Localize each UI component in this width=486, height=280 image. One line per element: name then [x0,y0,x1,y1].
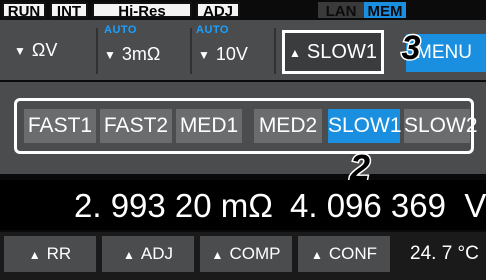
speed-option-fast1[interactable]: FAST1 [24,109,96,143]
rr-label: RR [46,244,72,263]
resistance-range-label: 3mΩ [121,44,161,64]
resistance-value: 2. 993 20 mΩ [74,187,273,224]
adj-label: ADJ [140,244,173,263]
status-hi-res: Hi-Res [92,2,192,20]
sampling-speed-label: SLOW1 [306,41,377,63]
speed-option-slow1[interactable]: SLOW1 [328,109,402,143]
triangle-up-icon: ▲ [289,45,301,60]
callout-3-icon: 3 [400,30,422,64]
divider [96,28,98,74]
measurement-mode-label: ΩV [31,40,58,60]
speed-option-slow2[interactable]: SLOW2 [404,109,478,143]
temperature-readout: 24. 7 °C [410,243,479,264]
callout-3-label: 3 [402,30,421,64]
triangle-up-icon: ▲ [211,247,224,262]
triangle-down-icon: ▼ [198,48,210,63]
status-lan: LAN [318,2,364,20]
status-mem: MEM [364,2,406,20]
comp-label: COMP [229,244,281,263]
voltage-value: 4. 096 369 V [290,187,486,224]
auto-badge-voltage: AUTO [196,24,229,36]
status-int: INT [50,2,88,20]
measurement-mode-button[interactable]: ▼ ΩV [14,40,57,61]
comp-button[interactable]: ▲ COMP [200,236,292,272]
triangle-up-icon: ▲ [310,247,323,262]
voltage-range-label: 10V [215,44,248,64]
conf-label: CONF [328,244,378,263]
voltage-range-button[interactable]: ▼ 10V [198,44,248,65]
status-adj: ADJ [196,2,240,20]
triangle-up-icon: ▲ [122,247,135,262]
adj-button[interactable]: ▲ ADJ [102,236,194,272]
conf-button[interactable]: ▲ CONF [298,236,390,272]
sampling-speed-button[interactable]: ▲ SLOW1 [282,30,384,74]
divider [190,28,192,74]
status-run: RUN [2,2,46,20]
triangle-down-icon: ▼ [14,44,26,59]
speed-option-fast2[interactable]: FAST2 [100,109,172,143]
speed-option-med2[interactable]: MED2 [254,109,322,143]
triangle-up-icon: ▲ [28,247,41,262]
auto-badge-resistance: AUTO [104,24,137,36]
speed-option-med1[interactable]: MED1 [176,109,242,143]
triangle-down-icon: ▼ [104,48,116,63]
resistance-range-button[interactable]: ▼ 3mΩ [104,44,160,65]
divider [274,28,276,74]
rr-button[interactable]: ▲ RR [4,236,96,272]
